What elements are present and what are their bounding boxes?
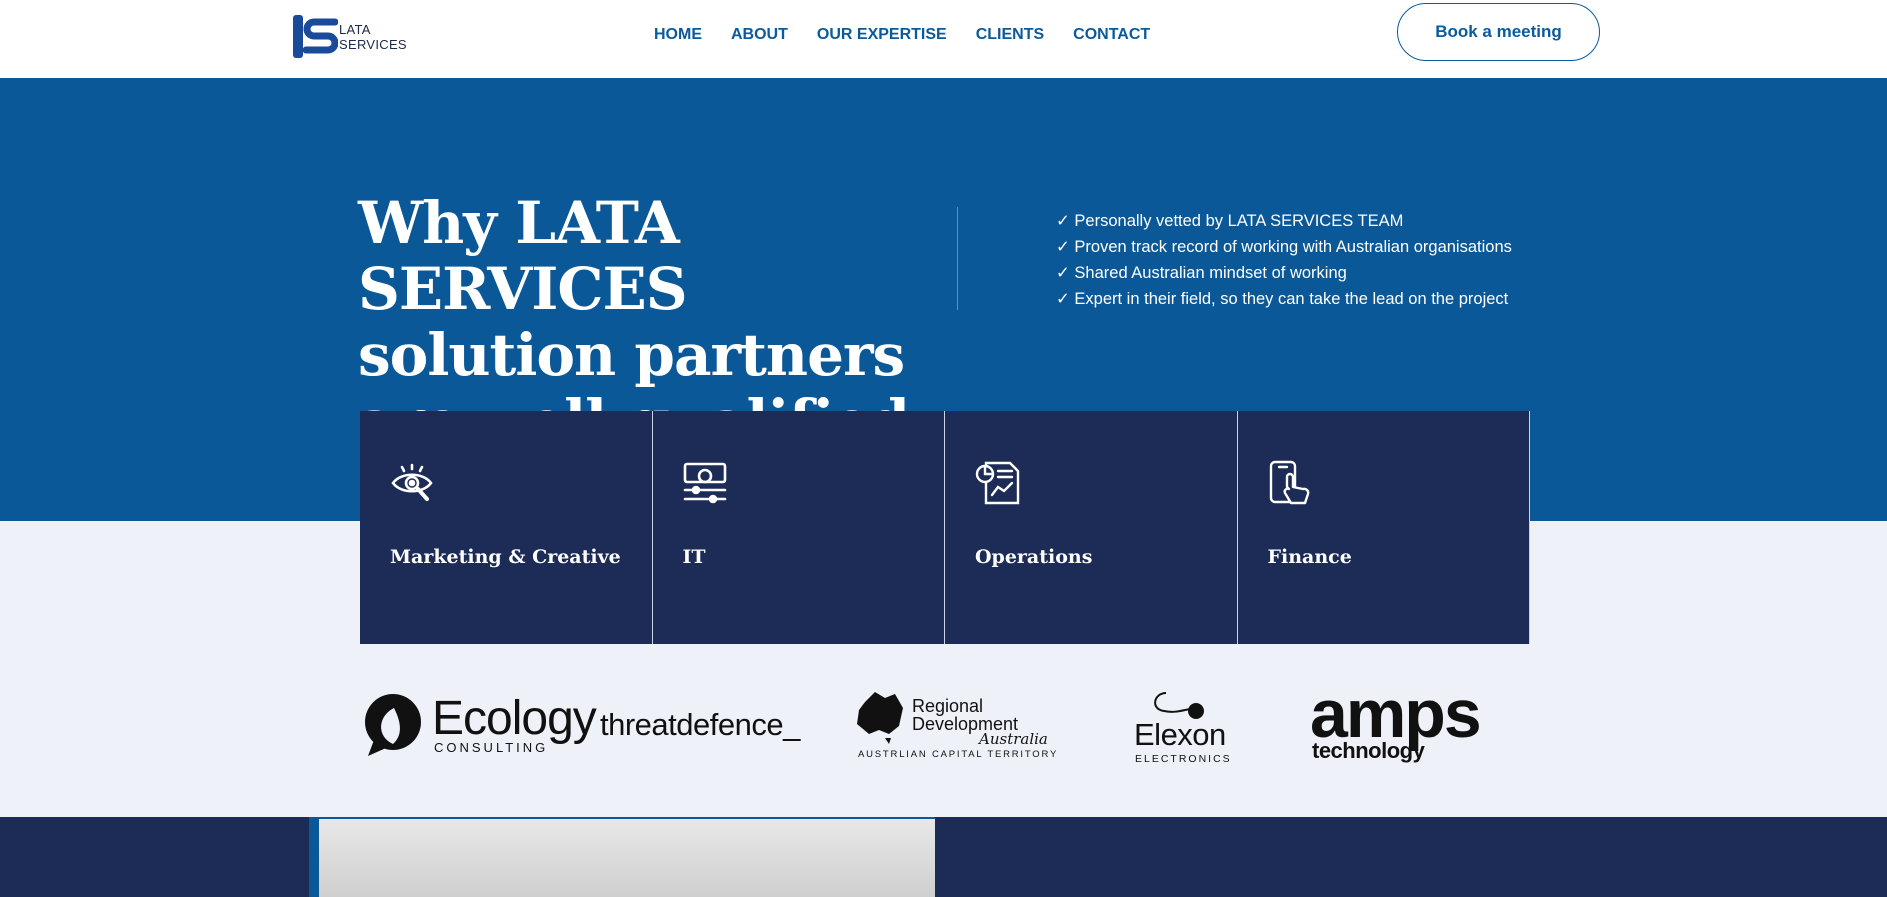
amps-sub: technology <box>1312 738 1425 763</box>
ecology-sub: CONSULTING <box>434 740 549 755</box>
rda-script: Australia <box>979 730 1048 748</box>
logo-line-1: LATA <box>339 22 371 37</box>
expertise-cards: Marketing & Creative IT Operations Finan… <box>360 411 1530 644</box>
client-logos: Ecology CONSULTING threatdefence_ Region… <box>0 678 1887 780</box>
amps-logo: amps technology <box>1310 678 1520 766</box>
main-nav: HOME ABOUT OUR EXPERTISE CLIENTS CONTACT <box>654 26 1179 44</box>
elexon-sub: ELECTRONICS <box>1135 753 1232 765</box>
lata-logo[interactable]: LATA SERVICES <box>292 14 412 60</box>
lata-logo-icon <box>293 15 338 58</box>
card-it[interactable]: IT <box>652 411 945 644</box>
nav-about[interactable]: ABOUT <box>731 26 788 44</box>
card-marketing-creative[interactable]: Marketing & Creative <box>360 411 653 644</box>
phone-tap-icon <box>1269 460 1309 505</box>
leaf-icon <box>365 694 421 756</box>
settings-sliders-icon <box>683 462 726 504</box>
logo-text: LATA SERVICES <box>339 22 407 52</box>
ecology-name: Ecology <box>432 692 597 745</box>
rda-logo: Regional Development Australia AUSTRLIAN… <box>855 690 1056 766</box>
eye-icon <box>391 463 433 501</box>
card-title: IT <box>682 546 706 568</box>
card-title: Finance <box>1267 546 1352 568</box>
card-operations[interactable]: Operations <box>945 411 1238 644</box>
nav-home[interactable]: HOME <box>654 26 702 44</box>
qualification-item: ✓ Expert in their field, so they can tak… <box>1056 290 1509 308</box>
hero-divider <box>957 207 958 310</box>
logo-line-2: SERVICES <box>339 37 407 52</box>
rda-sub: AUSTRLIAN CAPITAL TERRITORY <box>858 749 1059 760</box>
bottom-section <box>0 817 1887 897</box>
elexon-logo: Elexon ELECTRONICS <box>1130 689 1230 769</box>
card-title: Marketing & Creative <box>390 546 621 568</box>
site-header: LATA SERVICES HOME ABOUT OUR EXPERTISE C… <box>0 0 1887 78</box>
threatdefence-logo: threatdefence_ <box>600 707 800 742</box>
qualification-item: ✓ Personally vetted by LATA SERVICES TEA… <box>1056 212 1404 230</box>
team-photo <box>319 817 935 897</box>
report-chart-icon <box>975 461 1020 505</box>
qualification-item: ✓ Proven track record of working with Au… <box>1056 238 1512 256</box>
card-title: Operations <box>975 546 1093 568</box>
nav-our-expertise[interactable]: OUR EXPERTISE <box>817 26 947 44</box>
ecology-logo: Ecology CONSULTING <box>364 694 597 758</box>
nav-contact[interactable]: CONTACT <box>1073 26 1150 44</box>
elexon-name: Elexon <box>1134 717 1226 752</box>
book-meeting-button[interactable]: Book a meeting <box>1397 3 1600 61</box>
qualification-list: ✓ Personally vetted by LATA SERVICES TEA… <box>1056 208 1512 312</box>
qualification-item: ✓ Shared Australian mindset of working <box>1056 264 1347 282</box>
australia-map-icon <box>857 692 903 744</box>
nav-clients[interactable]: CLIENTS <box>976 26 1044 44</box>
card-finance[interactable]: Finance <box>1237 411 1530 644</box>
